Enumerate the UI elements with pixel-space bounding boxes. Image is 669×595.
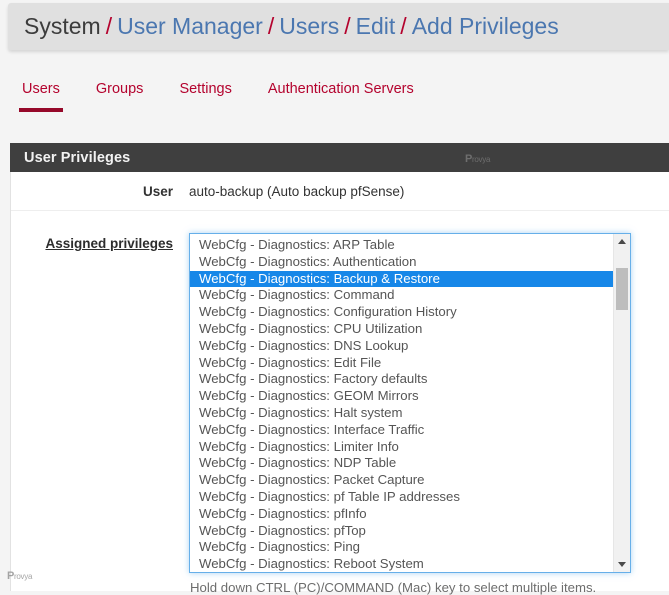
assigned-privileges-label[interactable]: Assigned privileges [11,233,189,251]
assigned-privileges-row: Assigned privileges WebCfg - Diagnostics… [11,211,669,595]
listbox-option[interactable]: WebCfg - Diagnostics: Interface Traffic [190,422,613,439]
listbox-option[interactable]: WebCfg - Diagnostics: GEOM Mirrors [190,388,613,405]
scroll-down-arrow-icon[interactable] [614,557,630,572]
listbox-option[interactable]: WebCfg - Diagnostics: Reboot System [190,556,613,572]
scrollbar-thumb[interactable] [616,268,628,310]
provya-watermark-footer: Provya [7,568,32,582]
listbox-option[interactable]: WebCfg - Diagnostics: Backup & Restore [190,270,613,288]
user-value: auto-backup (Auto backup pfSense) [189,183,405,199]
user-label: User [142,183,173,199]
breadcrumb-item-users[interactable]: Users [279,15,339,38]
provya-watermark-header: Provya [465,151,490,165]
listbox-option[interactable]: WebCfg - Diagnostics: NDP Table [190,455,613,472]
listbox-option[interactable]: WebCfg - Diagnostics: Limiter Info [190,439,613,456]
panel-title: User Privileges [24,149,131,166]
user-row: User auto-backup (Auto backup pfSense) [11,172,669,211]
watermark-rest: rovya [472,155,491,164]
listbox-option[interactable]: WebCfg - Diagnostics: Authentication [190,254,613,271]
breadcrumb-separator: / [267,13,275,39]
listbox-option[interactable]: WebCfg - Diagnostics: Command [190,287,613,304]
assigned-privileges-help: Hold down CTRL (PC)/COMMAND (Mac) key to… [190,580,597,595]
watermark-initial: P [465,153,473,165]
breadcrumb-item-add-privileges[interactable]: Add Privileges [412,15,559,38]
listbox-option[interactable]: WebCfg - Diagnostics: ARP Table [190,237,613,254]
breadcrumb-item-edit[interactable]: Edit [356,15,396,38]
listbox-option[interactable]: WebCfg - Diagnostics: pfTop [190,523,613,540]
breadcrumb-item-user-manager[interactable]: User Manager [117,15,263,38]
breadcrumb-item-system: System [24,13,101,39]
breadcrumb-separator: / [344,13,351,39]
user-privileges-panel: User Privileges Provya User auto-backup … [10,143,669,595]
assigned-privileges-field: WebCfg - Diagnostics: ARP Table WebCfg - … [189,233,631,595]
breadcrumb-separator: / [105,13,113,39]
assigned-privileges-listbox[interactable]: WebCfg - Diagnostics: ARP Table WebCfg - … [189,233,631,573]
listbox-option[interactable]: WebCfg - Diagnostics: pfInfo [190,506,613,523]
scroll-up-arrow-icon[interactable] [614,234,630,249]
tab-settings[interactable]: Settings [179,78,231,113]
listbox-scrollbar[interactable] [613,234,630,572]
listbox-option[interactable]: WebCfg - Diagnostics: Configuration Hist… [190,304,613,321]
watermark-rest: rovya [14,572,33,581]
panel-body: User auto-backup (Auto backup pfSense) A… [10,172,669,595]
tab-users[interactable]: Users [19,78,63,113]
listbox-options[interactable]: WebCfg - Diagnostics: ARP Table WebCfg - … [190,234,613,572]
listbox-option[interactable]: WebCfg - Diagnostics: Edit File [190,355,613,372]
listbox-option[interactable]: WebCfg - Diagnostics: Halt system [190,405,613,422]
listbox-option[interactable]: WebCfg - Diagnostics: pf Table IP addres… [190,489,613,506]
panel-header: User Privileges Provya [10,143,669,172]
tab-bar: Users Groups Settings Authentication Server… [0,78,669,123]
breadcrumb: System / User Manager / Users / Edit / Add Privi… [8,3,669,50]
tab-authentication-servers[interactable]: Authentication Servers [268,78,414,113]
listbox-option[interactable]: WebCfg - Diagnostics: Ping [190,539,613,556]
breadcrumb-separator: / [400,13,407,39]
listbox-option[interactable]: WebCfg - Diagnostics: Factory defaults [190,371,613,388]
watermark-initial: P [7,570,15,582]
listbox-option[interactable]: WebCfg - Diagnostics: Packet Capture [190,472,613,489]
tab-groups[interactable]: Groups [96,78,144,113]
listbox-option[interactable]: WebCfg - Diagnostics: CPU Utilization [190,321,613,338]
listbox-option[interactable]: WebCfg - Diagnostics: DNS Lookup [190,338,613,355]
